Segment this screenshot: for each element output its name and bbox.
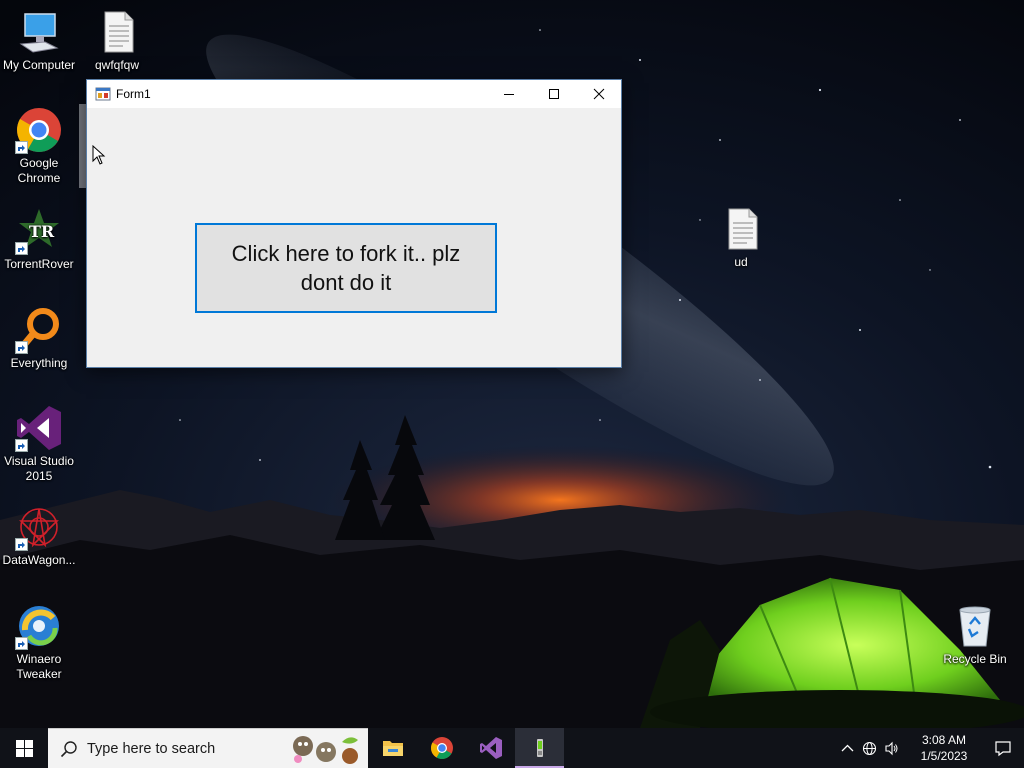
desktop-icon-label: ud (734, 255, 748, 269)
taskbar: Type here to search 3:08 AM 1/5/2023 (0, 728, 1024, 768)
show-hidden-icons-button[interactable] (836, 728, 858, 768)
close-icon (593, 88, 604, 100)
shortcut-arrow-icon (15, 141, 28, 154)
taskbar-search-box[interactable]: Type here to search (48, 728, 368, 768)
visual-studio-icon (15, 404, 63, 452)
desktop-icon-recycle-bin[interactable]: Recycle Bin (936, 602, 1014, 667)
desktop-icon-label: Visual Studio 2015 (4, 454, 74, 483)
desktop-icon-ud[interactable]: ud (702, 205, 780, 270)
search-icon (60, 740, 77, 757)
shortcut-arrow-icon (15, 341, 28, 354)
desktop-icon-label: qwfqfqw (94, 58, 140, 72)
desktop-icon-everything[interactable]: Everything (0, 306, 78, 371)
clock-time: 3:08 AM (921, 733, 967, 747)
action-center-button[interactable] (982, 728, 1024, 768)
recycle-bin-icon (951, 602, 999, 650)
datawagon-icon (15, 503, 63, 551)
taskbar-running-app[interactable] (515, 728, 564, 768)
window-titlebar[interactable]: Form1 (87, 80, 621, 108)
running-app-icon (536, 739, 543, 757)
desktop-icon-torrentrover[interactable]: TR TorrentRover (0, 207, 78, 272)
taskbar-clock[interactable]: 3:08 AM 1/5/2023 (906, 732, 982, 764)
chrome-icon (430, 737, 453, 759)
text-file-icon (93, 8, 141, 56)
hidden-window-edge (79, 104, 86, 188)
folder-icon (382, 741, 403, 756)
computer-icon (15, 8, 63, 56)
desktop-icon-label: Google Chrome (17, 156, 61, 185)
close-button[interactable] (576, 80, 621, 108)
torrentrover-icon: TR (15, 207, 63, 255)
desktop-icon-label: Recycle Bin (943, 652, 1007, 666)
winaero-tweaker-icon (15, 602, 63, 650)
desktop-icon-label: DataWagon... (2, 553, 76, 567)
desktop-icon-google-chrome[interactable]: Google Chrome (0, 106, 78, 186)
fork-button[interactable]: Click here to fork it.. plz dont do it (195, 223, 497, 313)
desktop-icon-winaero-tweaker[interactable]: Winaero Tweaker (0, 602, 78, 682)
notification-icon (995, 741, 1011, 757)
desktop-icon-datawagon[interactable]: DataWagon... (0, 503, 78, 568)
desktop-icon-my-computer[interactable]: My Computer (0, 8, 78, 73)
network-button[interactable] (858, 728, 880, 768)
visual-studio-icon (479, 737, 502, 759)
minimize-icon (503, 94, 514, 95)
window-title: Form1 (116, 87, 151, 101)
minimize-button[interactable] (486, 80, 531, 108)
desktop-icon-label: TorrentRover (4, 257, 74, 271)
volume-button[interactable] (880, 728, 902, 768)
maximize-icon (548, 89, 559, 99)
winforms-app-icon (95, 87, 111, 101)
mouse-cursor-icon (92, 145, 106, 165)
taskbar-file-explorer[interactable] (368, 728, 417, 768)
taskbar-visual-studio[interactable] (466, 728, 515, 768)
chevron-up-icon (841, 744, 853, 751)
globe-network-icon (862, 741, 876, 755)
system-tray: 3:08 AM 1/5/2023 (836, 728, 1024, 768)
desktop-icon-label: Everything (10, 356, 68, 370)
desktop-icon-label: My Computer (2, 58, 76, 72)
search-highlight-illustration-icon (293, 736, 358, 764)
svg-text:TR: TR (29, 222, 55, 241)
start-button[interactable] (0, 728, 48, 768)
taskbar-google-chrome[interactable] (417, 728, 466, 768)
desktop-icon-qwfqfqw[interactable]: qwfqfqw (78, 8, 156, 73)
chrome-icon (15, 106, 63, 154)
shortcut-arrow-icon (15, 242, 28, 255)
clock-date: 1/5/2023 (920, 749, 968, 763)
windows-logo-icon (15, 739, 33, 757)
desktop-icon-visual-studio-2015[interactable]: Visual Studio 2015 (0, 404, 78, 484)
maximize-button[interactable] (531, 80, 576, 108)
shortcut-arrow-icon (15, 439, 28, 452)
everything-search-icon (15, 306, 63, 354)
shortcut-arrow-icon (15, 538, 28, 551)
search-placeholder: Type here to search (87, 740, 216, 757)
speaker-icon (884, 741, 897, 755)
text-file-icon (717, 205, 765, 253)
desktop-icon-label: Winaero Tweaker (16, 652, 62, 681)
shortcut-arrow-icon (15, 637, 28, 650)
form1-window[interactable]: Form1 Click here to fork it.. plz dont d… (86, 79, 622, 368)
